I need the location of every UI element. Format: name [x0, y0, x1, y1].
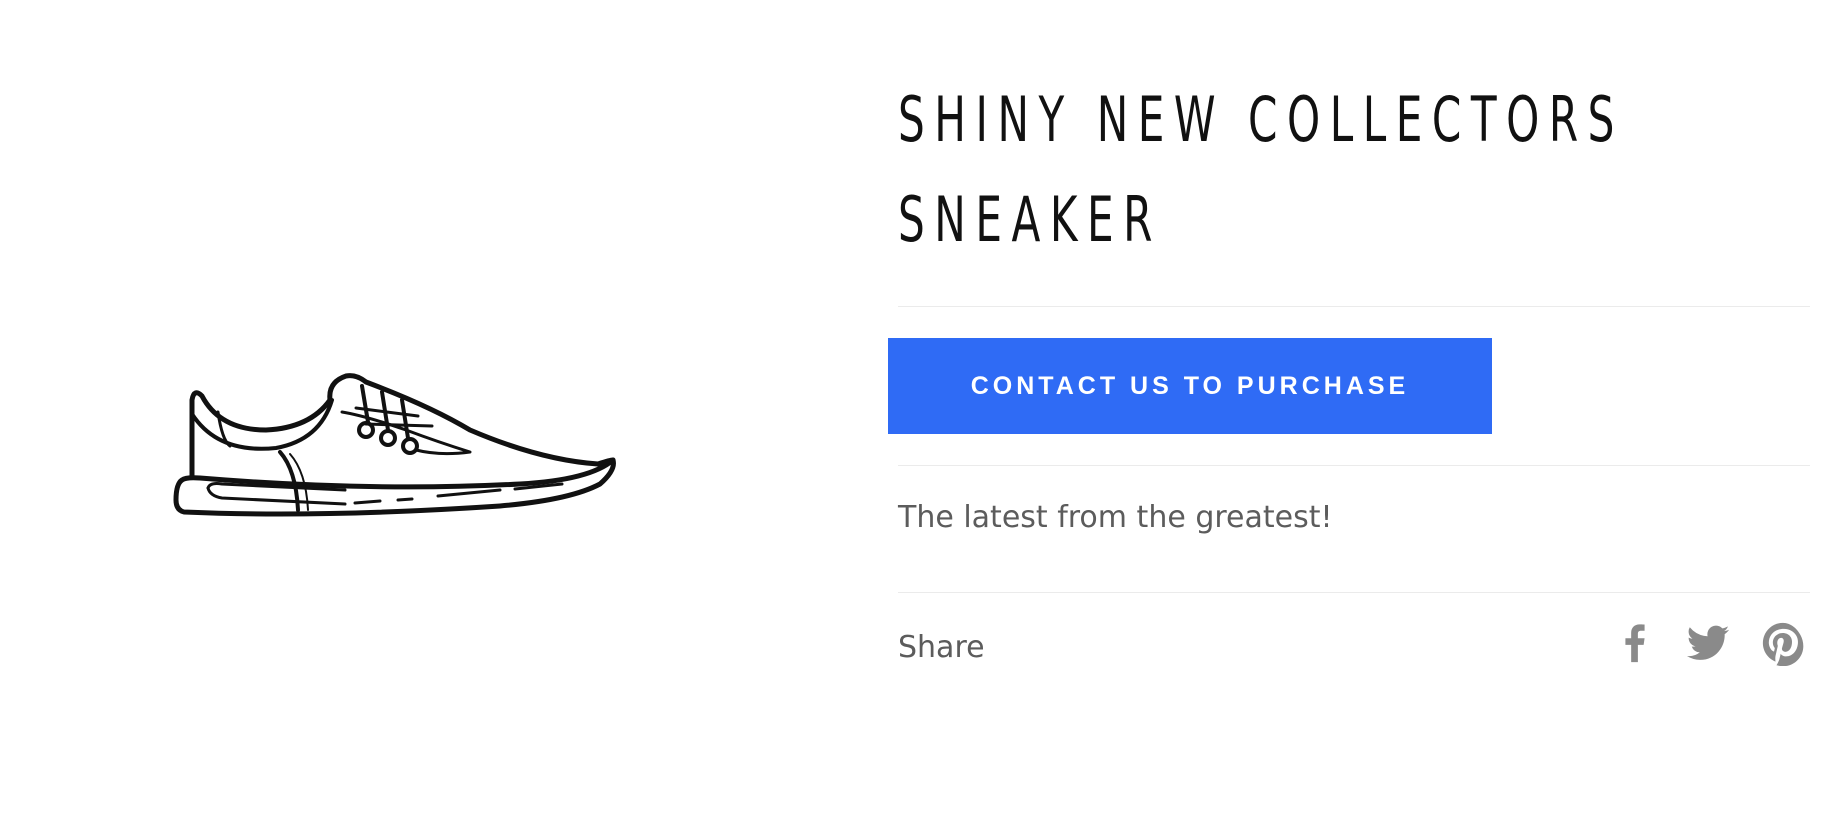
divider	[898, 306, 1810, 307]
product-title: SHINY NEW COLLECTORS SNEAKER	[898, 83, 1624, 256]
product-description: The latest from the greatest!	[898, 500, 1333, 535]
pinterest-icon[interactable]	[1760, 620, 1806, 666]
divider	[898, 592, 1810, 593]
sneaker-illustration	[173, 373, 616, 517]
contact-to-purchase-button[interactable]: CONTACT US TO PURCHASE	[888, 338, 1492, 434]
product-image	[170, 360, 640, 600]
facebook-icon[interactable]	[1612, 620, 1658, 666]
twitter-icon[interactable]	[1682, 620, 1734, 666]
product-info: SHINY NEW COLLECTORS SNEAKER CONTACT US …	[888, 70, 1810, 666]
share-label: Share	[898, 630, 985, 665]
divider	[898, 465, 1810, 466]
